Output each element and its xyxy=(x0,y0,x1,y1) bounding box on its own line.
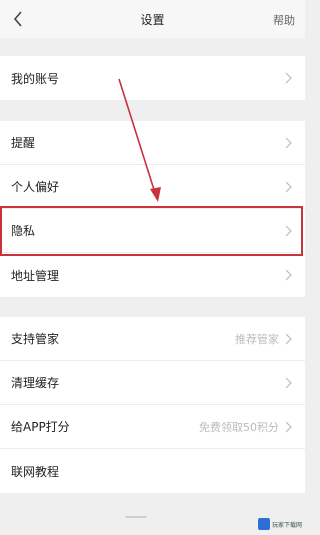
chevron-right-icon xyxy=(285,377,293,389)
chevron-right-icon xyxy=(285,333,293,345)
chevron-right-icon xyxy=(285,181,293,193)
account-section: 我的账号 xyxy=(0,56,305,100)
watermark-text: 玩家下载网 xyxy=(271,521,302,529)
settings-row-clear-cache[interactable]: 清理缓存 xyxy=(0,361,305,405)
watermark: 玩家下载网 xyxy=(257,515,302,533)
settings-row-reminders[interactable]: 提醒 xyxy=(0,121,305,165)
row-label: 联网教程 xyxy=(11,464,60,479)
settings-row-network-tutorial[interactable]: 联网教程 xyxy=(0,449,305,493)
settings-row-address[interactable]: 地址管理 xyxy=(0,253,305,297)
help-button[interactable]: 帮助 xyxy=(273,12,295,28)
chevron-right-icon xyxy=(285,421,293,433)
settings-row-support-manager[interactable]: 支持管家 推荐管家 xyxy=(0,317,305,361)
home-indicator xyxy=(125,516,147,518)
settings-row-privacy[interactable]: 隐私 xyxy=(0,209,305,253)
settings-row-rate-app[interactable]: 给APP打分 免费领取50积分 xyxy=(0,405,305,449)
misc-section: 支持管家 推荐管家 清理缓存 给APP打分 免费领取50积分 联网教程 xyxy=(0,317,305,493)
row-label: 个人偏好 xyxy=(11,180,60,194)
top-navigation-bar: 设置 帮助 xyxy=(0,0,305,38)
chevron-right-icon xyxy=(285,225,293,237)
chevron-right-icon xyxy=(285,137,293,149)
row-label: 地址管理 xyxy=(11,268,60,283)
row-label: 清理缓存 xyxy=(11,376,60,390)
row-value: 推荐管家 xyxy=(235,332,279,346)
row-label: 我的账号 xyxy=(11,71,60,86)
general-section: 提醒 个人偏好 隐私 地址管理 xyxy=(0,121,305,297)
watermark-logo-icon xyxy=(257,518,270,530)
row-label: 给APP打分 xyxy=(11,420,70,434)
row-label: 提醒 xyxy=(11,136,36,150)
row-label: 隐私 xyxy=(11,224,36,238)
settings-row-preferences[interactable]: 个人偏好 xyxy=(0,165,305,209)
page-title: 设置 xyxy=(140,12,165,27)
row-label: 支持管家 xyxy=(11,332,60,346)
row-value: 免费领取50积分 xyxy=(199,420,279,434)
back-button[interactable] xyxy=(10,8,26,30)
settings-row-my-account[interactable]: 我的账号 xyxy=(0,56,305,100)
chevron-left-icon xyxy=(13,11,22,27)
chevron-right-icon xyxy=(285,269,293,281)
chevron-right-icon xyxy=(285,72,293,84)
